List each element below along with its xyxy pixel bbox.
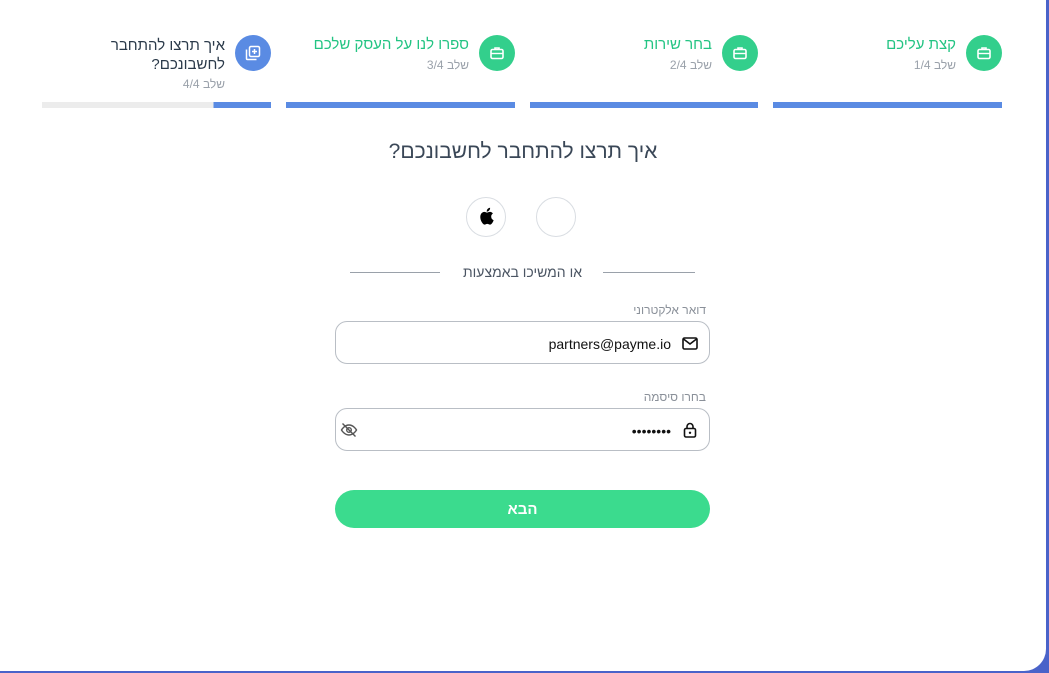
eye-off-icon[interactable] [340,421,358,439]
step-1[interactable]: קצת עליכם שלב 1/4 [773,30,1002,110]
mail-icon [681,334,699,352]
briefcase-icon [966,35,1002,71]
step-3[interactable]: ספרו לנו על העסק שלכם שלב 3/4 [286,30,515,110]
password-field[interactable] [335,408,710,452]
social-login-group [466,197,576,237]
onboarding-card: קצת עליכם שלב 1/4 בחר שירות שלב 2/4 ספרו… [0,0,1046,671]
step-1-title: קצת עליכם [886,36,956,53]
step-3-progress [286,102,515,108]
step-2[interactable]: בחר שירות שלב 2/4 [530,30,758,110]
step-1-subtitle: שלב 1/4 [913,58,956,72]
briefcase-icon [722,35,758,71]
email-field[interactable] [335,321,710,365]
add-copy-icon [235,35,271,71]
google-login-button[interactable] [536,197,576,237]
page-title: איך תרצו להתחבר לחשבונכם? [388,140,658,163]
step-4-subtitle: שלב 4/4 [182,77,225,91]
step-4[interactable]: איך תרצו להתחבר לחשבונכם? שלב 4/4 [42,30,271,110]
lock-icon [681,421,699,439]
step-2-title: בחר שירות [643,36,712,53]
apple-icon [478,207,494,228]
step-1-progress [773,102,1002,108]
briefcase-icon [479,35,515,71]
step-2-subtitle: שלב 2/4 [669,58,712,72]
divider-line-right [603,272,695,273]
apple-login-button[interactable] [466,197,506,237]
step-3-title: ספרו לנו על העסק שלכם [313,36,469,53]
step-2-progress [530,102,758,108]
or-divider: או המשיכו באמצעות [350,263,695,283]
email-input[interactable] [376,322,673,365]
stepper: קצת עליכם שלב 1/4 בחר שירות שלב 2/4 ספרו… [42,30,1002,110]
next-button[interactable]: הבא [335,490,710,528]
password-label: בחרו סיסמה [643,390,706,404]
step-4-title: איך תרצו להתחבר לחשבונכם? [110,37,225,73]
password-input[interactable] [376,409,673,452]
step-3-subtitle: שלב 3/4 [426,58,469,72]
email-label: דואר אלקטרוני [633,303,706,317]
step-4-progress [42,102,271,108]
